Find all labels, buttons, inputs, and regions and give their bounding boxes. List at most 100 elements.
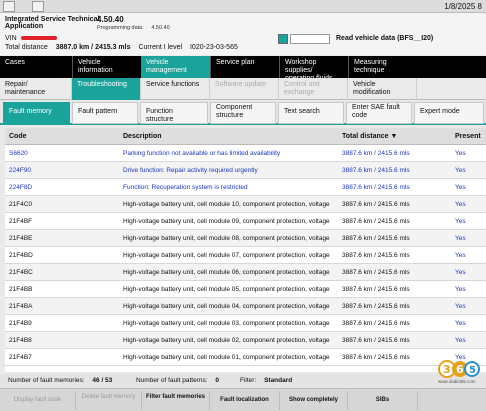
filter-value: Standard: [264, 377, 293, 384]
nav-measuring-technique[interactable]: Measuring technique: [348, 56, 417, 78]
table-header: Code Description Total distance ▼ Presen…: [5, 128, 486, 145]
fault-distance: 3887.6 km / 2415.6 mls: [342, 167, 410, 174]
tab-component-structure[interactable]: Component structure: [210, 102, 276, 124]
i-level-label: Current I level: [138, 44, 183, 51]
svg-text:5: 5: [469, 365, 476, 376]
fault-present: Yes: [455, 218, 466, 225]
nav-vehicle-information[interactable]: Vehicle information: [72, 56, 141, 78]
column-header-total-distance[interactable]: Total distance ▼: [342, 133, 397, 140]
fault-code: 21F4B8: [9, 337, 32, 344]
vin-status-indicator: [278, 34, 288, 44]
subnav-service-functions[interactable]: Service functions: [141, 78, 210, 100]
tab-fault-pattern[interactable]: Fault pattern: [72, 102, 138, 124]
table-row[interactable]: 21F4C0 High-voltage battery unit, cell mo…: [5, 196, 486, 213]
fault-distance: 3887.6 km / 2415.6 mls: [342, 269, 410, 276]
table-row[interactable]: 21F4BF High-voltage battery unit, cell mo…: [5, 213, 486, 230]
fault-distance: 3887.6 km / 2415.6 mls: [342, 354, 410, 361]
fault-distance: 3887.6 km / 2415.6 mls: [342, 184, 410, 191]
fault-code: 21F4BD: [9, 252, 33, 259]
table-row[interactable]: 224F8D Function: Recuperation system is r…: [5, 179, 486, 196]
fault-description: High-voltage battery unit, cell module 0…: [123, 269, 330, 276]
version: 4.50.40: [97, 15, 124, 24]
fault-description: Drive function: Repair activity required…: [123, 167, 258, 174]
fault-memories-count: Number of fault memories: 46 / 53: [8, 377, 112, 384]
show-completely-button[interactable]: Show completely: [280, 391, 348, 410]
window-icon[interactable]: [3, 1, 15, 12]
table-row[interactable]: 21F4BD High-voltage battery unit, cell mo…: [5, 247, 486, 264]
fault-localization-button[interactable]: Fault localization: [210, 391, 280, 410]
delete-fault-memory-button[interactable]: Delete fault memory: [76, 391, 142, 410]
fault-present: Yes: [455, 337, 466, 344]
fault-present: Yes: [455, 184, 466, 191]
fault-present: Yes: [455, 252, 466, 259]
table-row[interactable]: 21F4BE High-voltage battery unit, cell mo…: [5, 230, 486, 247]
table-row[interactable]: 21F4B9 High-voltage battery unit, cell mo…: [5, 315, 486, 332]
fault-code: 21F4BA: [9, 303, 33, 310]
nav-cases[interactable]: Cases: [0, 56, 72, 78]
column-header-description[interactable]: Description: [123, 133, 162, 140]
nav-workshop-supplies[interactable]: Workshop supplies/ operating fluids: [279, 56, 348, 82]
fault-description: Parking function not available or has li…: [123, 150, 281, 157]
distance-row: Total distance 3887.0 km / 2415.3 mls Cu…: [5, 44, 238, 51]
fault-code: S6620: [9, 150, 28, 157]
fault-present: Yes: [455, 201, 466, 208]
fault-distance: 3887.6 km / 2415.6 mls: [342, 337, 410, 344]
subnav-control-unit-exchange[interactable]: Control unit exchange: [279, 78, 348, 100]
fault-description: High-voltage battery unit, cell module 0…: [123, 337, 330, 344]
fault-patterns-label: Number of fault patterns:: [136, 377, 208, 384]
table-row[interactable]: 21F4BB High-voltage battery unit, cell mo…: [5, 281, 486, 298]
fault-code: 21F4B9: [9, 320, 32, 327]
fault-present: Yes: [455, 320, 466, 327]
fault-code: 21F4B7: [9, 354, 32, 361]
vin-row: VIN: [5, 35, 57, 42]
fault-code: 224F90: [9, 167, 32, 174]
fault-distance: 3887.6 km / 2415.6 mls: [342, 201, 410, 208]
filter-label: Filter:: [240, 377, 257, 384]
subnav-repair-maintenance[interactable]: Repair/ maintenance: [0, 78, 72, 100]
table-row[interactable]: 21F4B8 High-voltage battery unit, cell mo…: [5, 332, 486, 349]
programming-data-label: Programming data:: [97, 25, 144, 31]
table-row[interactable]: 21F4BA High-voltage battery unit, cell mo…: [5, 298, 486, 315]
filter-fault-memories-button[interactable]: Filter fault memories: [142, 391, 210, 410]
distance-value: 3887.0 km / 2415.3 mls: [55, 44, 131, 51]
fault-patterns-value: 0: [215, 377, 219, 384]
tab-function-structure[interactable]: Function structure: [140, 102, 208, 124]
nav-vehicle-management[interactable]: Vehicle management: [141, 56, 210, 78]
display-fault-code-button[interactable]: Display fault code: [0, 391, 76, 410]
subnav-troubleshooting[interactable]: Troubleshooting: [72, 78, 141, 100]
i-level-value: I020-23-03-565: [189, 44, 238, 51]
vin-input[interactable]: [290, 34, 330, 44]
read-vehicle-data-button[interactable]: Read vehicle data (BFS__I20): [336, 35, 433, 42]
table-row[interactable]: 21F4B7 High-voltage battery unit, cell mo…: [5, 349, 486, 366]
sibs-button[interactable]: SIBs: [348, 391, 418, 410]
fault-distance: 3887.6 km / 2415.6 mls: [342, 320, 410, 327]
subnav-software-update[interactable]: Software update: [210, 78, 279, 100]
fault-code: 21F4C0: [9, 201, 33, 208]
column-header-present[interactable]: Present: [455, 133, 481, 140]
fault-code: 21F4BB: [9, 286, 33, 293]
list-icon[interactable]: [32, 1, 44, 12]
tab-expert-mode[interactable]: Expert mode: [414, 102, 484, 124]
fault-distance: 3887.6 km / 2415.6 mls: [342, 286, 410, 293]
table-row[interactable]: S6620 Parking function not available or h…: [5, 145, 486, 162]
table-row[interactable]: 21F4BC High-voltage battery unit, cell mo…: [5, 264, 486, 281]
fault-memory-table: Code Description Total distance ▼ Presen…: [5, 128, 486, 372]
fault-tabs: Fault memory Fault pattern Function stru…: [0, 101, 486, 125]
fault-code: 21F4BF: [9, 218, 33, 225]
nav-service-plan[interactable]: Service plan: [210, 56, 279, 78]
programming-data: Programming data: 4.50.40: [97, 25, 170, 31]
fault-patterns-count: Number of fault patterns: 0: [136, 377, 219, 384]
fault-code: 21F4BC: [9, 269, 33, 276]
tab-enter-sae-fault-code[interactable]: Enter SAE fault code: [346, 102, 412, 124]
top-bar: 1/8/2025 8: [0, 0, 486, 13]
fault-present: Yes: [455, 235, 466, 242]
tab-text-search[interactable]: Text search: [278, 102, 344, 124]
fault-description: High-voltage battery unit, cell module 1…: [123, 201, 330, 208]
sub-nav: Repair/ maintenance Troubleshooting Serv…: [0, 78, 486, 100]
tab-fault-memory[interactable]: Fault memory: [3, 102, 70, 124]
column-header-code[interactable]: Code: [9, 133, 27, 140]
table-row[interactable]: 224F90 Drive function: Repair activity re…: [5, 162, 486, 179]
subnav-vehicle-modification[interactable]: Vehicle modification: [348, 78, 417, 100]
fault-present: Yes: [455, 150, 466, 157]
date-label: 1/8/2025 8: [444, 2, 482, 11]
